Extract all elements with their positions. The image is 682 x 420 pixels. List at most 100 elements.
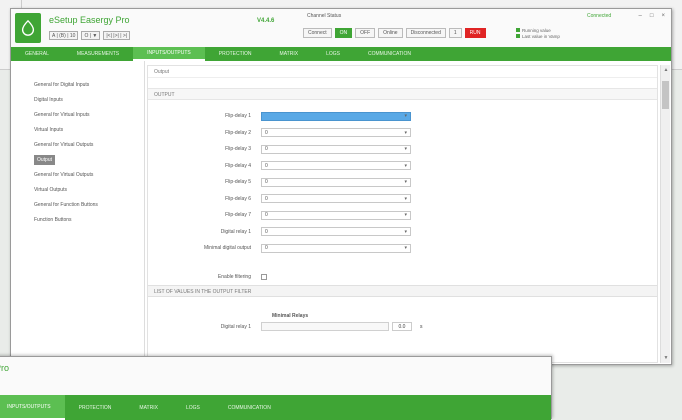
off-button[interactable]: OFF [355, 28, 376, 38]
second-menu-communication[interactable]: COMMUNICATION [214, 395, 285, 420]
field-label: Minimal digital output [204, 245, 251, 252]
field-select[interactable]: 0 ▾ [261, 177, 411, 187]
run-button[interactable]: RUN [464, 28, 486, 38]
field-row: Flip-delay 1 ▾ [148, 108, 657, 125]
field-select[interactable]: 0 ▾ [261, 144, 411, 154]
scroll-down-icon[interactable]: ▼ [662, 355, 670, 361]
sidebar-item[interactable]: General for Virtual Outputs [11, 137, 144, 152]
field-label: Flip-delay 6 [225, 195, 251, 202]
section-header: OUTPUT [148, 88, 657, 100]
sidebar-item[interactable]: General for Virtual Inputs [11, 107, 144, 122]
connection-controls: Connect ON OFF Online Disconnected 1 RUN [303, 28, 486, 38]
legend-last: Last value in Vamp [522, 34, 560, 39]
menu-matrix[interactable]: MATRIX [266, 47, 313, 61]
table-row: Digital relay 1 0.0 s [148, 319, 657, 335]
field-row: Minimal digital output 0 ▾ [148, 240, 657, 257]
on-button[interactable]: ON [334, 28, 353, 38]
menu-general[interactable]: GENERAL [11, 47, 63, 61]
chevron-down-icon: ▾ [404, 113, 407, 120]
field-label: Flip-delay 5 [225, 179, 251, 186]
content-panel: Output OUTPUT Flip-delay 1 ▾ Flip-delay 2… [147, 65, 658, 363]
field-list: Flip-delay 1 ▾ Flip-delay 2 0 ▾ Flip-delay … [148, 100, 657, 257]
field-label: Flip-delay 2 [225, 129, 251, 136]
second-menu-protection[interactable]: PROTECTION [65, 395, 126, 420]
field-select[interactable]: 0 ▾ [261, 243, 411, 253]
sidebar-item[interactable]: General for Function Buttons [11, 197, 144, 212]
app-window: eSetup Easergy Pro V4.4.6 A | (B) | 10 O… [10, 8, 672, 365]
version-label: V4.4.6 [257, 18, 275, 24]
field-select[interactable]: 0 ▾ [261, 194, 411, 204]
field-label: Flip-delay 3 [225, 146, 251, 153]
sidebar-item[interactable]: Digital Inputs [11, 92, 144, 107]
minimize-icon[interactable]: – [639, 13, 642, 19]
app-logo-icon [15, 13, 41, 43]
second-menu-logs[interactable]: LOGS [172, 395, 214, 420]
field-select[interactable]: 0 ▾ [261, 161, 411, 171]
field-label: Digital relay 1 [220, 228, 251, 235]
scroll-up-icon[interactable]: ▲ [662, 67, 670, 73]
chevron-down-icon: ▾ [404, 162, 407, 169]
row-unit: s [420, 323, 423, 330]
field-select[interactable]: 0 ▾ [261, 227, 411, 237]
chevron-down-icon: ▾ [404, 179, 407, 186]
sidebar-item-output[interactable]: Output [11, 152, 144, 167]
title-bar: eSetup Easergy Pro V4.4.6 A | (B) | 10 O… [11, 9, 671, 47]
app-title: eSetup Easergy Pro [49, 15, 130, 25]
connect-button[interactable]: Connect [303, 28, 332, 38]
connection-label: Channel Status [307, 13, 342, 19]
field-row: Flip-delay 4 0 ▾ [148, 158, 657, 175]
vertical-scrollbar[interactable]: ▲ ▼ [660, 65, 670, 363]
sidebar-item[interactable]: General for Virtual Outputs [11, 167, 144, 182]
legend-running: Running value [522, 28, 551, 33]
online-button[interactable]: Online [378, 28, 403, 38]
row-label: Digital relay 1 [220, 323, 251, 330]
second-menu-inputs-outputs[interactable]: INPUTS/OUTPUTS [0, 395, 65, 420]
field-row: Flip-delay 7 0 ▾ [148, 207, 657, 224]
toolbar-group-2[interactable]: O | ▼ [81, 31, 101, 40]
sidebar: General for Digital Inputs Digital Input… [11, 61, 145, 364]
row-value-field[interactable] [261, 322, 389, 331]
field-select[interactable]: 0 ▾ [261, 128, 411, 138]
value-legend: Running value Last value in Vamp [516, 28, 560, 40]
maximize-icon[interactable]: □ [650, 13, 654, 19]
disconnected-label: Disconnected [405, 28, 446, 38]
menu-protection[interactable]: PROTECTION [205, 47, 266, 61]
toolbar: A | (B) | 10 O | ▼ |<| |>| | >| [49, 31, 131, 40]
channel-select[interactable]: 1 [448, 28, 462, 38]
row-number-input[interactable]: 0.0 [392, 322, 412, 331]
toolbar-group-1[interactable]: A | (B) | 10 [49, 31, 79, 40]
menu-communication[interactable]: COMMUNICATION [354, 47, 425, 61]
sidebar-item[interactable]: Virtual Inputs [11, 122, 144, 137]
connection-status: Connected [587, 13, 612, 19]
field-row: Flip-delay 3 0 ▾ [148, 141, 657, 158]
enable-filtering-label: Enable filtering [217, 273, 251, 280]
enable-filtering-checkbox[interactable] [261, 273, 267, 280]
sidebar-item[interactable]: General for Digital Inputs [11, 77, 144, 92]
second-app-window: Pro INPUTS/OUTPUTS PROTECTION MATRIX LOG… [0, 356, 552, 420]
menu-measurements[interactable]: MEASUREMENTS [63, 47, 133, 61]
scroll-thumb[interactable] [662, 81, 669, 109]
sidebar-item[interactable]: Virtual Outputs [11, 182, 144, 197]
chevron-down-icon: ▾ [404, 212, 407, 219]
field-row: Flip-delay 5 0 ▾ [148, 174, 657, 191]
sidebar-item[interactable]: Function Buttons [11, 212, 144, 227]
running-value-icon [516, 28, 520, 32]
field-row: Flip-delay 6 0 ▾ [148, 191, 657, 208]
column-header: Minimal Relays [272, 312, 309, 319]
chevron-down-icon: ▾ [404, 129, 407, 136]
second-menu-matrix[interactable]: MATRIX [125, 395, 172, 420]
close-icon[interactable]: × [661, 13, 665, 19]
menu-logs[interactable]: LOGS [312, 47, 354, 61]
field-select[interactable]: ▾ [261, 111, 411, 121]
main-menu: GENERAL MEASUREMENTS INPUTS/OUTPUTS PROT… [11, 47, 671, 61]
window-controls: – □ × [639, 13, 665, 19]
chevron-down-icon: ▾ [404, 195, 407, 202]
enable-filtering-row: Enable filtering [148, 269, 657, 285]
field-row: Digital relay 1 0 ▾ [148, 224, 657, 241]
toolbar-group-3[interactable]: |<| |>| | >| [103, 31, 131, 40]
field-select[interactable]: 0 ▾ [261, 210, 411, 220]
chevron-down-icon: ▾ [404, 245, 407, 252]
second-menu: INPUTS/OUTPUTS PROTECTION MATRIX LOGS CO… [0, 395, 551, 420]
field-label: Flip-delay 4 [225, 162, 251, 169]
menu-inputs-outputs[interactable]: INPUTS/OUTPUTS [133, 47, 205, 61]
